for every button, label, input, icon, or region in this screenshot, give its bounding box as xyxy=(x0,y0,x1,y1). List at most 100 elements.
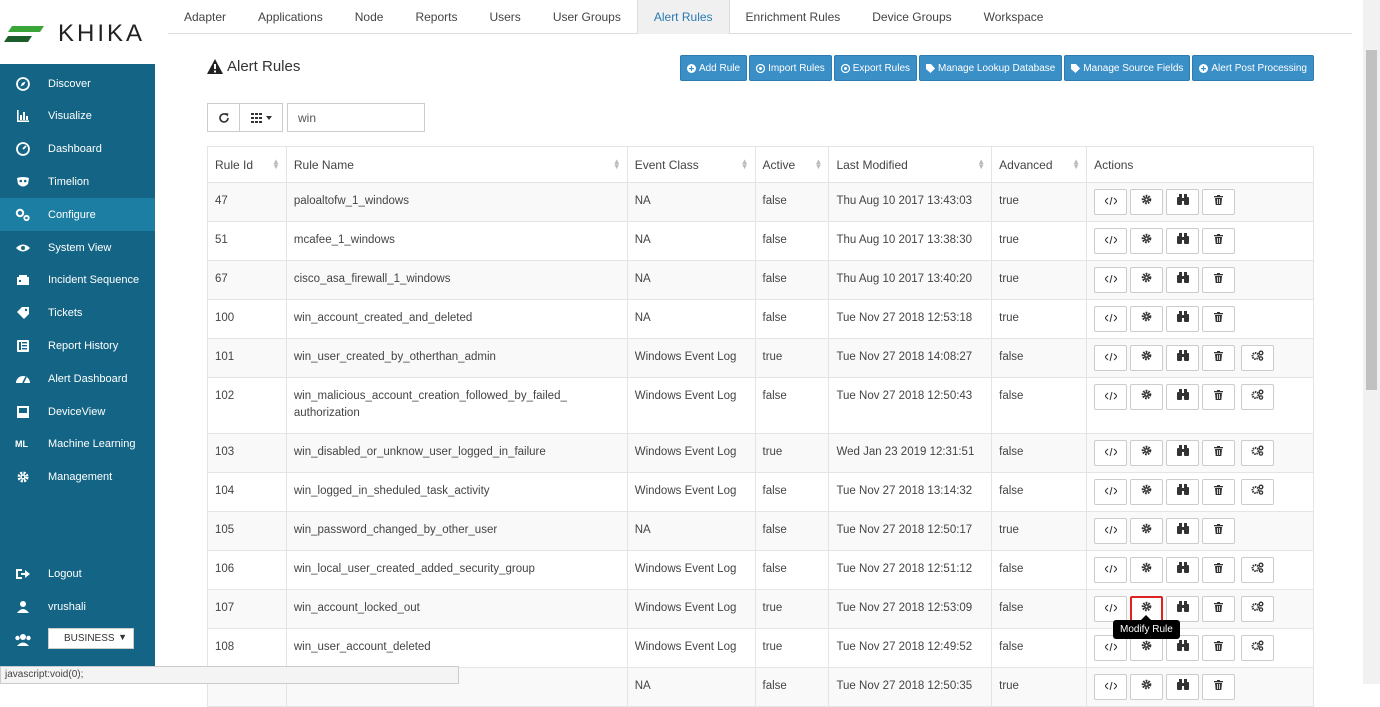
delete-rule-button[interactable] xyxy=(1202,518,1236,544)
view-code-button[interactable] xyxy=(1094,306,1128,332)
view-code-button[interactable] xyxy=(1094,518,1128,544)
search-rule-button[interactable] xyxy=(1166,479,1200,505)
column-header-rule-id[interactable]: Rule Id ▲ ▼ xyxy=(207,146,287,183)
column-header-rule-name[interactable]: Rule Name ▲ ▼ xyxy=(285,146,628,183)
export-rules-button[interactable]: Export Rules xyxy=(833,55,918,81)
view-code-button[interactable] xyxy=(1094,674,1128,700)
sidebar-item-discover[interactable]: Discover xyxy=(0,67,155,100)
sidebar-item-tickets[interactable]: Tickets xyxy=(0,297,155,330)
search-rule-button[interactable] xyxy=(1166,228,1200,254)
view-code-button[interactable] xyxy=(1094,596,1128,622)
scrollbar-thumb[interactable] xyxy=(1366,50,1377,390)
modify-rule-button[interactable] xyxy=(1130,518,1164,544)
search-rule-button[interactable] xyxy=(1166,345,1200,371)
delete-rule-button[interactable] xyxy=(1202,557,1236,583)
sidebar-item-deviceview[interactable]: DeviceView xyxy=(0,395,155,428)
rule-settings-button[interactable] xyxy=(1241,384,1275,410)
modify-rule-button[interactable] xyxy=(1130,674,1164,700)
delete-rule-button[interactable] xyxy=(1202,596,1236,622)
tab-adapter[interactable]: Adapter xyxy=(168,0,242,34)
cell-rule-id: 103 xyxy=(207,433,287,473)
rule-settings-button[interactable] xyxy=(1241,596,1275,622)
search-rule-button[interactable] xyxy=(1166,189,1200,215)
refresh-button[interactable] xyxy=(207,103,240,132)
sidebar-item-system-view[interactable]: System View xyxy=(0,231,155,264)
modify-rule-button[interactable] xyxy=(1130,479,1164,505)
delete-rule-button[interactable] xyxy=(1202,479,1236,505)
modify-rule-button[interactable] xyxy=(1130,189,1164,215)
tab-reports[interactable]: Reports xyxy=(399,0,473,34)
modify-rule-button[interactable] xyxy=(1130,384,1164,410)
modify-rule-button[interactable] xyxy=(1130,557,1164,583)
modify-rule-button[interactable] xyxy=(1130,345,1164,371)
delete-rule-button[interactable] xyxy=(1202,189,1236,215)
rule-settings-button[interactable] xyxy=(1241,479,1275,505)
tab-users[interactable]: Users xyxy=(473,0,536,34)
sidebar-item-logout[interactable]: Logout xyxy=(0,557,155,590)
search-rule-button[interactable] xyxy=(1166,306,1200,332)
search-rule-button[interactable] xyxy=(1166,384,1200,410)
alert-post-processing-button[interactable]: Alert Post Processing xyxy=(1192,55,1314,81)
delete-rule-button[interactable] xyxy=(1202,440,1236,466)
modify-rule-button[interactable] xyxy=(1130,267,1164,293)
delete-rule-button[interactable] xyxy=(1202,345,1236,371)
view-code-button[interactable] xyxy=(1094,479,1128,505)
search-rule-button[interactable] xyxy=(1166,596,1200,622)
search-rule-button[interactable] xyxy=(1166,518,1200,544)
search-rule-button[interactable] xyxy=(1166,674,1200,700)
view-code-button[interactable] xyxy=(1094,557,1128,583)
search-rule-button[interactable] xyxy=(1166,557,1200,583)
modify-rule-button[interactable] xyxy=(1130,440,1164,466)
sidebar-item-management[interactable]: Management xyxy=(0,461,155,494)
view-code-button[interactable] xyxy=(1094,345,1128,371)
tab-device-groups[interactable]: Device Groups xyxy=(856,0,967,34)
view-code-button[interactable] xyxy=(1094,189,1128,215)
manage-source-fields-button[interactable]: Manage Source Fields xyxy=(1064,55,1191,81)
search-input[interactable] xyxy=(287,103,425,132)
tab-alert-rules[interactable]: Alert Rules xyxy=(636,0,730,34)
column-header-last-modified[interactable]: Last Modified ▲ ▼ xyxy=(828,146,993,183)
sidebar-item-visualize[interactable]: Visualize xyxy=(0,100,155,133)
view-code-button[interactable] xyxy=(1094,267,1128,293)
sidebar-item-dashboard[interactable]: Dashboard xyxy=(0,133,155,166)
delete-rule-button[interactable] xyxy=(1202,306,1236,332)
delete-rule-button[interactable] xyxy=(1202,267,1236,293)
sidebar-item-configure[interactable]: Configure xyxy=(0,198,155,232)
rule-settings-button[interactable] xyxy=(1241,635,1275,661)
tab-enrichment-rules[interactable]: Enrichment Rules xyxy=(730,0,857,34)
sidebar-item-vrushali[interactable]: vrushali xyxy=(0,590,155,623)
sidebar-item-alert-dashboard[interactable]: Alert Dashboard xyxy=(0,362,155,395)
rule-settings-button[interactable] xyxy=(1241,557,1275,583)
delete-rule-button[interactable] xyxy=(1202,635,1236,661)
view-code-button[interactable] xyxy=(1094,384,1128,410)
sidebar-item-machine-learning[interactable]: ML Machine Learning xyxy=(0,428,155,461)
business-select[interactable]: BUSINESS ▼ xyxy=(48,628,134,649)
add-rule-button[interactable]: Add Rule xyxy=(679,55,748,81)
delete-rule-button[interactable] xyxy=(1202,384,1236,410)
trash-icon xyxy=(1214,523,1224,540)
import-rules-button[interactable]: Import Rules xyxy=(749,55,832,81)
view-code-button[interactable] xyxy=(1094,228,1128,254)
sidebar-item-report-history[interactable]: Report History xyxy=(0,329,155,362)
manage-lookup-database-button[interactable]: Manage Lookup Database xyxy=(919,55,1063,81)
sidebar-item-incident-sequence[interactable]: Incident Sequence xyxy=(0,264,155,297)
columns-toggle-button[interactable] xyxy=(240,103,283,132)
tab-applications[interactable]: Applications xyxy=(242,0,339,34)
modify-rule-button[interactable] xyxy=(1130,306,1164,332)
column-header-event-class[interactable]: Event Class ▲ ▼ xyxy=(626,146,756,183)
sidebar-item-timelion[interactable]: Timelion xyxy=(0,165,155,198)
rule-settings-button[interactable] xyxy=(1241,345,1275,371)
tab-workspace[interactable]: Workspace xyxy=(968,0,1060,34)
tab-node[interactable]: Node xyxy=(339,0,400,34)
delete-rule-button[interactable] xyxy=(1202,228,1236,254)
search-rule-button[interactable] xyxy=(1166,267,1200,293)
column-header-advanced[interactable]: Advanced ▲ ▼ xyxy=(991,146,1088,183)
view-code-button[interactable] xyxy=(1094,440,1128,466)
rule-settings-button[interactable] xyxy=(1241,440,1275,466)
search-rule-button[interactable] xyxy=(1166,440,1200,466)
delete-rule-button[interactable] xyxy=(1202,674,1236,700)
modify-rule-button[interactable] xyxy=(1130,228,1164,254)
scrollbar[interactable] xyxy=(1363,0,1380,684)
tab-user-groups[interactable]: User Groups xyxy=(537,0,637,34)
column-header-active[interactable]: Active ▲ ▼ xyxy=(754,146,830,183)
